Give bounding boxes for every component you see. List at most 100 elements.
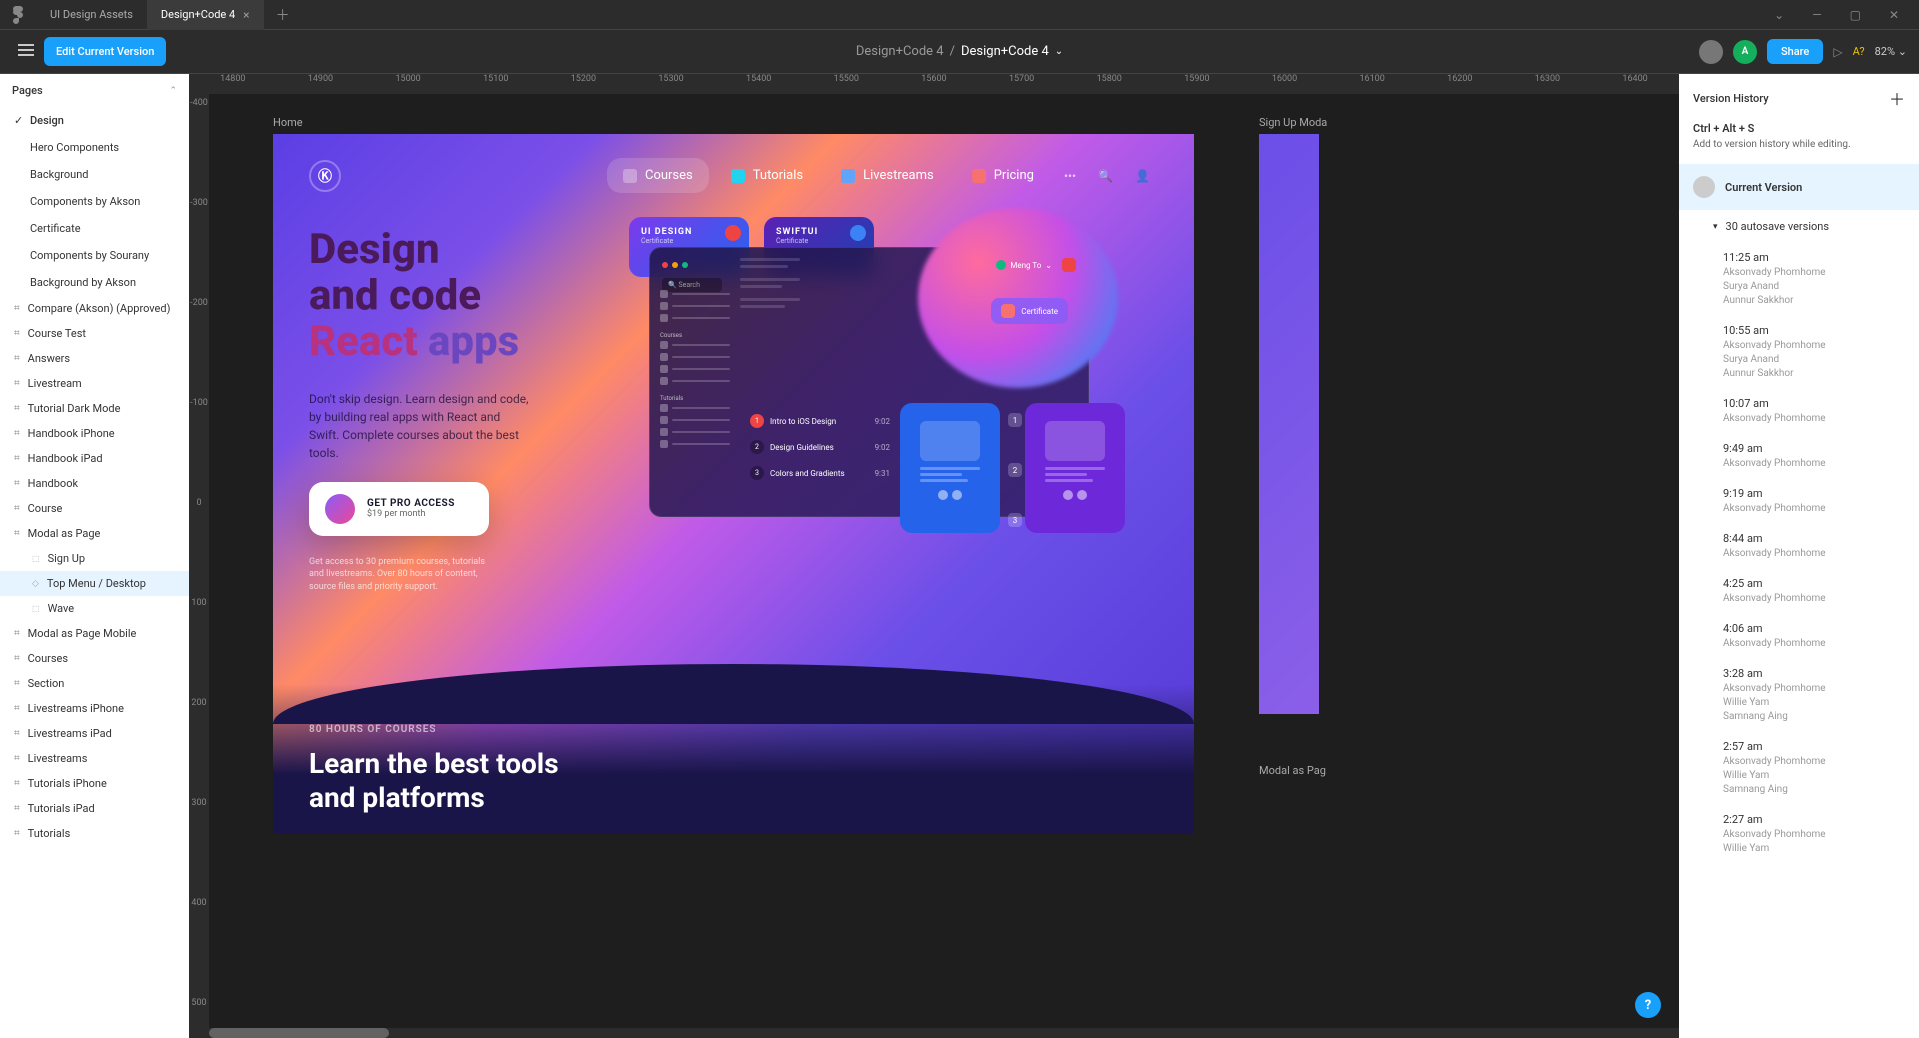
more-icon[interactable]: ••• bbox=[1056, 161, 1084, 191]
user-avatar[interactable] bbox=[1699, 40, 1723, 64]
mock-sidebar: Courses Tutorials bbox=[660, 288, 730, 450]
layer-item[interactable]: ⌗Livestreams iPad bbox=[0, 721, 189, 746]
canvas[interactable]: 1480014900150001510015200153001540015500… bbox=[189, 74, 1679, 1038]
shortcut-hint: Add to version history while editing. bbox=[1679, 139, 1919, 164]
share-button[interactable]: Share bbox=[1767, 39, 1823, 64]
tab-bar: UI Design Assets Design+Code 4 × ＋ ⌄ — ▢… bbox=[0, 0, 1919, 30]
maximize-icon[interactable]: ▢ bbox=[1850, 8, 1861, 22]
help-button[interactable]: ? bbox=[1635, 992, 1661, 1018]
layer-item[interactable]: ⌗Courses bbox=[0, 646, 189, 671]
layer-item[interactable]: ⌗Livestream bbox=[0, 371, 189, 396]
chevron-down-icon[interactable]: ⌄ bbox=[1774, 8, 1784, 22]
layer-item[interactable]: ◇Top Menu / Desktop bbox=[0, 571, 189, 596]
layer-item[interactable]: ⌗Tutorials iPhone bbox=[0, 771, 189, 796]
version-item[interactable]: 2:57 amAksonvady PhomhomeWillie YamSamna… bbox=[1679, 732, 1919, 805]
page-item[interactable]: Certificate bbox=[0, 215, 189, 242]
hash-icon: ⌗ bbox=[14, 703, 20, 714]
mock-lesson-row: 1Intro to iOS Design9:02 bbox=[750, 408, 890, 434]
nav-tutorials[interactable]: Tutorials bbox=[715, 158, 819, 193]
version-item[interactable]: 8:44 amAksonvady Phomhome bbox=[1679, 524, 1919, 569]
minimize-icon[interactable]: — bbox=[1812, 8, 1821, 22]
main-menu-button[interactable] bbox=[12, 38, 40, 65]
layer-item[interactable]: ⌗Livestreams iPhone bbox=[0, 696, 189, 721]
close-icon[interactable]: × bbox=[243, 8, 249, 22]
new-tab-button[interactable]: ＋ bbox=[264, 5, 302, 25]
chevron-down-icon[interactable]: ⌄ bbox=[1055, 46, 1063, 57]
livestreams-icon bbox=[841, 169, 855, 183]
page-item[interactable]: Components by Sourany bbox=[0, 242, 189, 269]
missing-fonts-badge[interactable]: A? bbox=[1853, 45, 1865, 58]
collapse-icon[interactable]: ⌃ bbox=[169, 86, 177, 96]
version-item[interactable]: 9:49 amAksonvady Phomhome bbox=[1679, 434, 1919, 479]
page-num-1: 1 bbox=[1008, 413, 1022, 427]
page-item[interactable]: Design bbox=[0, 107, 189, 134]
horizontal-ruler: 1480014900150001510015200153001540015500… bbox=[189, 74, 1679, 94]
layer-item[interactable]: ⌗Course bbox=[0, 496, 189, 521]
page-item[interactable]: Components by Akson bbox=[0, 188, 189, 215]
tab-ui-design-assets[interactable]: UI Design Assets bbox=[36, 0, 147, 30]
frame-home[interactable]: Ⓚ Courses Tutorials Livestreams Pricing … bbox=[273, 134, 1194, 834]
nav-courses[interactable]: Courses bbox=[607, 158, 709, 193]
breadcrumb-file: Design+Code 4 bbox=[961, 44, 1049, 59]
diamond-icon: ◇ bbox=[32, 579, 39, 589]
autosave-toggle[interactable]: 30 autosave versions bbox=[1679, 210, 1919, 243]
version-item[interactable]: 9:19 amAksonvady Phomhome bbox=[1679, 479, 1919, 524]
version-item[interactable]: 4:25 amAksonvady Phomhome bbox=[1679, 569, 1919, 614]
add-version-icon[interactable]: ＋ bbox=[1889, 86, 1905, 110]
nav-livestreams[interactable]: Livestreams bbox=[825, 158, 950, 193]
zoom-level[interactable]: 82% ⌄ bbox=[1875, 45, 1907, 58]
layer-item[interactable]: ⌗Tutorials bbox=[0, 821, 189, 846]
layer-item[interactable]: ⌗Answers bbox=[0, 346, 189, 371]
search-icon[interactable]: 🔍 bbox=[1090, 161, 1121, 191]
layer-item[interactable]: ⬚Wave bbox=[0, 596, 189, 621]
account-icon[interactable]: 👤 bbox=[1127, 161, 1158, 191]
layer-item[interactable]: ⌗Modal as Page bbox=[0, 521, 189, 546]
current-version-row[interactable]: Current Version bbox=[1679, 164, 1919, 210]
version-item[interactable]: 4:06 amAksonvady Phomhome bbox=[1679, 614, 1919, 659]
layer-item[interactable]: ⌗Course Test bbox=[0, 321, 189, 346]
pro-title: GET PRO ACCESS bbox=[367, 498, 455, 509]
figma-logo[interactable] bbox=[0, 6, 36, 24]
layer-item[interactable]: ⌗Section bbox=[0, 671, 189, 696]
version-item[interactable]: 10:07 amAksonvady Phomhome bbox=[1679, 389, 1919, 434]
layer-item[interactable]: ⬚Sign Up bbox=[0, 546, 189, 571]
collaborator-avatar[interactable]: A bbox=[1733, 40, 1757, 64]
version-item[interactable]: 2:27 amAksonvady PhomhomeWillie Yam bbox=[1679, 805, 1919, 864]
pages-header[interactable]: Pages ⌃ bbox=[0, 74, 189, 107]
present-icon[interactable]: ▷ bbox=[1833, 45, 1842, 59]
version-history-panel: Version History ＋ Ctrl + Alt + S Add to … bbox=[1679, 74, 1919, 1038]
layer-item[interactable]: ⌗Modal as Page Mobile bbox=[0, 621, 189, 646]
layer-item[interactable]: ⌗Handbook bbox=[0, 471, 189, 496]
pro-access-card[interactable]: GET PRO ACCESS $19 per month bbox=[309, 482, 489, 536]
page-item[interactable]: Hero Components bbox=[0, 134, 189, 161]
frame-label-signup[interactable]: Sign Up Moda bbox=[1259, 116, 1327, 129]
close-window-icon[interactable]: ✕ bbox=[1889, 8, 1899, 22]
nav-pricing[interactable]: Pricing bbox=[956, 158, 1050, 193]
layer-item[interactable]: ⌗Compare (Akson) (Approved) bbox=[0, 296, 189, 321]
current-version-label: Current Version bbox=[1725, 181, 1802, 194]
edit-version-button[interactable]: Edit Current Version bbox=[44, 37, 166, 66]
tab-design-code-4[interactable]: Design+Code 4 × bbox=[147, 0, 264, 30]
horizontal-scrollbar[interactable] bbox=[209, 1028, 1679, 1038]
version-item[interactable]: 3:28 amAksonvady PhomhomeWillie YamSamna… bbox=[1679, 659, 1919, 732]
frame-signup[interactable] bbox=[1259, 134, 1319, 714]
hash-icon: ⌗ bbox=[14, 353, 20, 364]
frame-label-modal[interactable]: Modal as Pag bbox=[1259, 764, 1326, 777]
layer-item[interactable]: ⌗Tutorials iPad bbox=[0, 796, 189, 821]
hash-icon: ⌗ bbox=[14, 528, 20, 539]
shortcut-label: Ctrl + Alt + S bbox=[1679, 122, 1919, 139]
page-item[interactable]: Background bbox=[0, 161, 189, 188]
hero-description: Don't skip design. Learn design and code… bbox=[309, 390, 529, 462]
hash-icon: ⌗ bbox=[14, 753, 20, 764]
layer-item[interactable]: ⌗Handbook iPhone bbox=[0, 421, 189, 446]
version-item[interactable]: 10:55 amAksonvady PhomhomeSurya AnandAun… bbox=[1679, 316, 1919, 389]
version-item[interactable]: 11:25 amAksonvady PhomhomeSurya AnandAun… bbox=[1679, 243, 1919, 316]
breadcrumb[interactable]: Design+Code 4 / Design+Code 4 ⌄ bbox=[856, 44, 1063, 59]
layer-item[interactable]: ⌗Tutorial Dark Mode bbox=[0, 396, 189, 421]
pro-icon bbox=[325, 494, 355, 524]
mock-lesson-row: 2Design Guidelines9:02 bbox=[750, 434, 890, 460]
layer-item[interactable]: ⌗Livestreams bbox=[0, 746, 189, 771]
frame-label-home[interactable]: Home bbox=[273, 116, 303, 129]
layer-item[interactable]: ⌗Handbook iPad bbox=[0, 446, 189, 471]
page-item[interactable]: Background by Akson bbox=[0, 269, 189, 296]
